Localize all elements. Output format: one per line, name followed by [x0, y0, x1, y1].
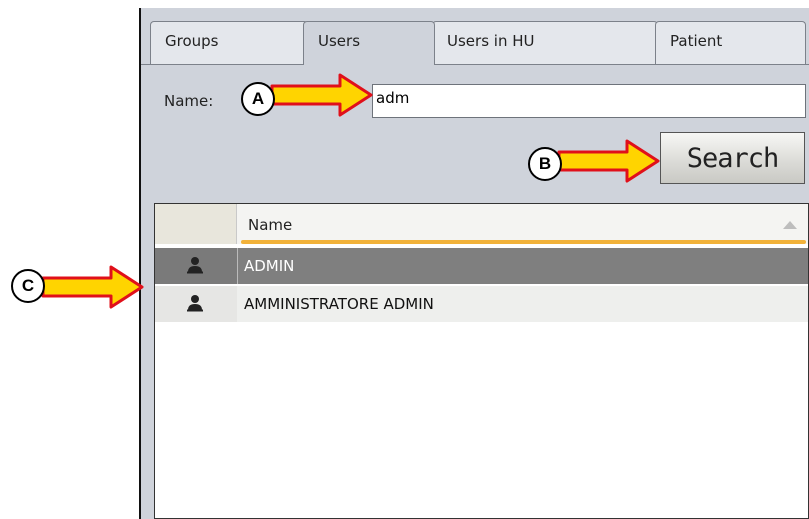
tab-users-label: Users: [318, 32, 361, 50]
callout-b-badge: B: [528, 147, 562, 181]
row-name-cell: AMMINISTRATORE ADMIN: [244, 295, 434, 313]
callout-c-badge: C: [11, 269, 45, 303]
tab-users-in-hu-label: Users in HU: [447, 32, 535, 50]
user-icon: [187, 295, 203, 312]
tab-users[interactable]: Users: [303, 21, 435, 65]
name-label: Name:: [164, 92, 214, 110]
name-search-value: adm: [376, 89, 410, 107]
tab-patient-label: Patient: [670, 32, 723, 50]
search-button-label: Search: [686, 142, 780, 174]
column-header-underline: [241, 240, 806, 244]
tab-groups-label: Groups: [165, 32, 219, 50]
name-search-input[interactable]: adm: [372, 84, 806, 118]
sort-ascending-icon[interactable]: [783, 221, 797, 229]
tab-patient[interactable]: Patient: [655, 21, 806, 65]
callout-a-badge: A: [241, 82, 275, 116]
table-row[interactable]: AMMINISTRATORE ADMIN: [155, 286, 808, 322]
callout-a-letter: A: [251, 89, 265, 108]
table-row[interactable]: ADMIN: [155, 248, 808, 284]
tab-strip-divider: [141, 64, 809, 65]
callout-c-letter: C: [21, 276, 35, 295]
callout-arrow-c: [41, 265, 144, 309]
tab-groups[interactable]: Groups: [150, 21, 308, 65]
user-icon: [187, 257, 203, 274]
row-name-cell: ADMIN: [244, 257, 295, 275]
search-button[interactable]: Search: [660, 132, 805, 184]
grid-header: Name: [155, 204, 808, 244]
cell-divider: [237, 248, 238, 284]
column-header-name[interactable]: Name: [248, 216, 292, 234]
callout-arrow-b: [557, 139, 660, 183]
callout-b-letter: B: [538, 154, 552, 173]
tab-users-in-hu[interactable]: Users in HU: [432, 21, 658, 65]
row-indicator-cell: [155, 286, 237, 322]
row-indicator-cell: [155, 248, 237, 284]
grid-header-indicator-cell: [155, 204, 237, 244]
users-results-grid[interactable]: Name ADMIN AMMINISTRATORE ADMIN: [154, 203, 809, 519]
callout-arrow-a: [270, 73, 373, 117]
